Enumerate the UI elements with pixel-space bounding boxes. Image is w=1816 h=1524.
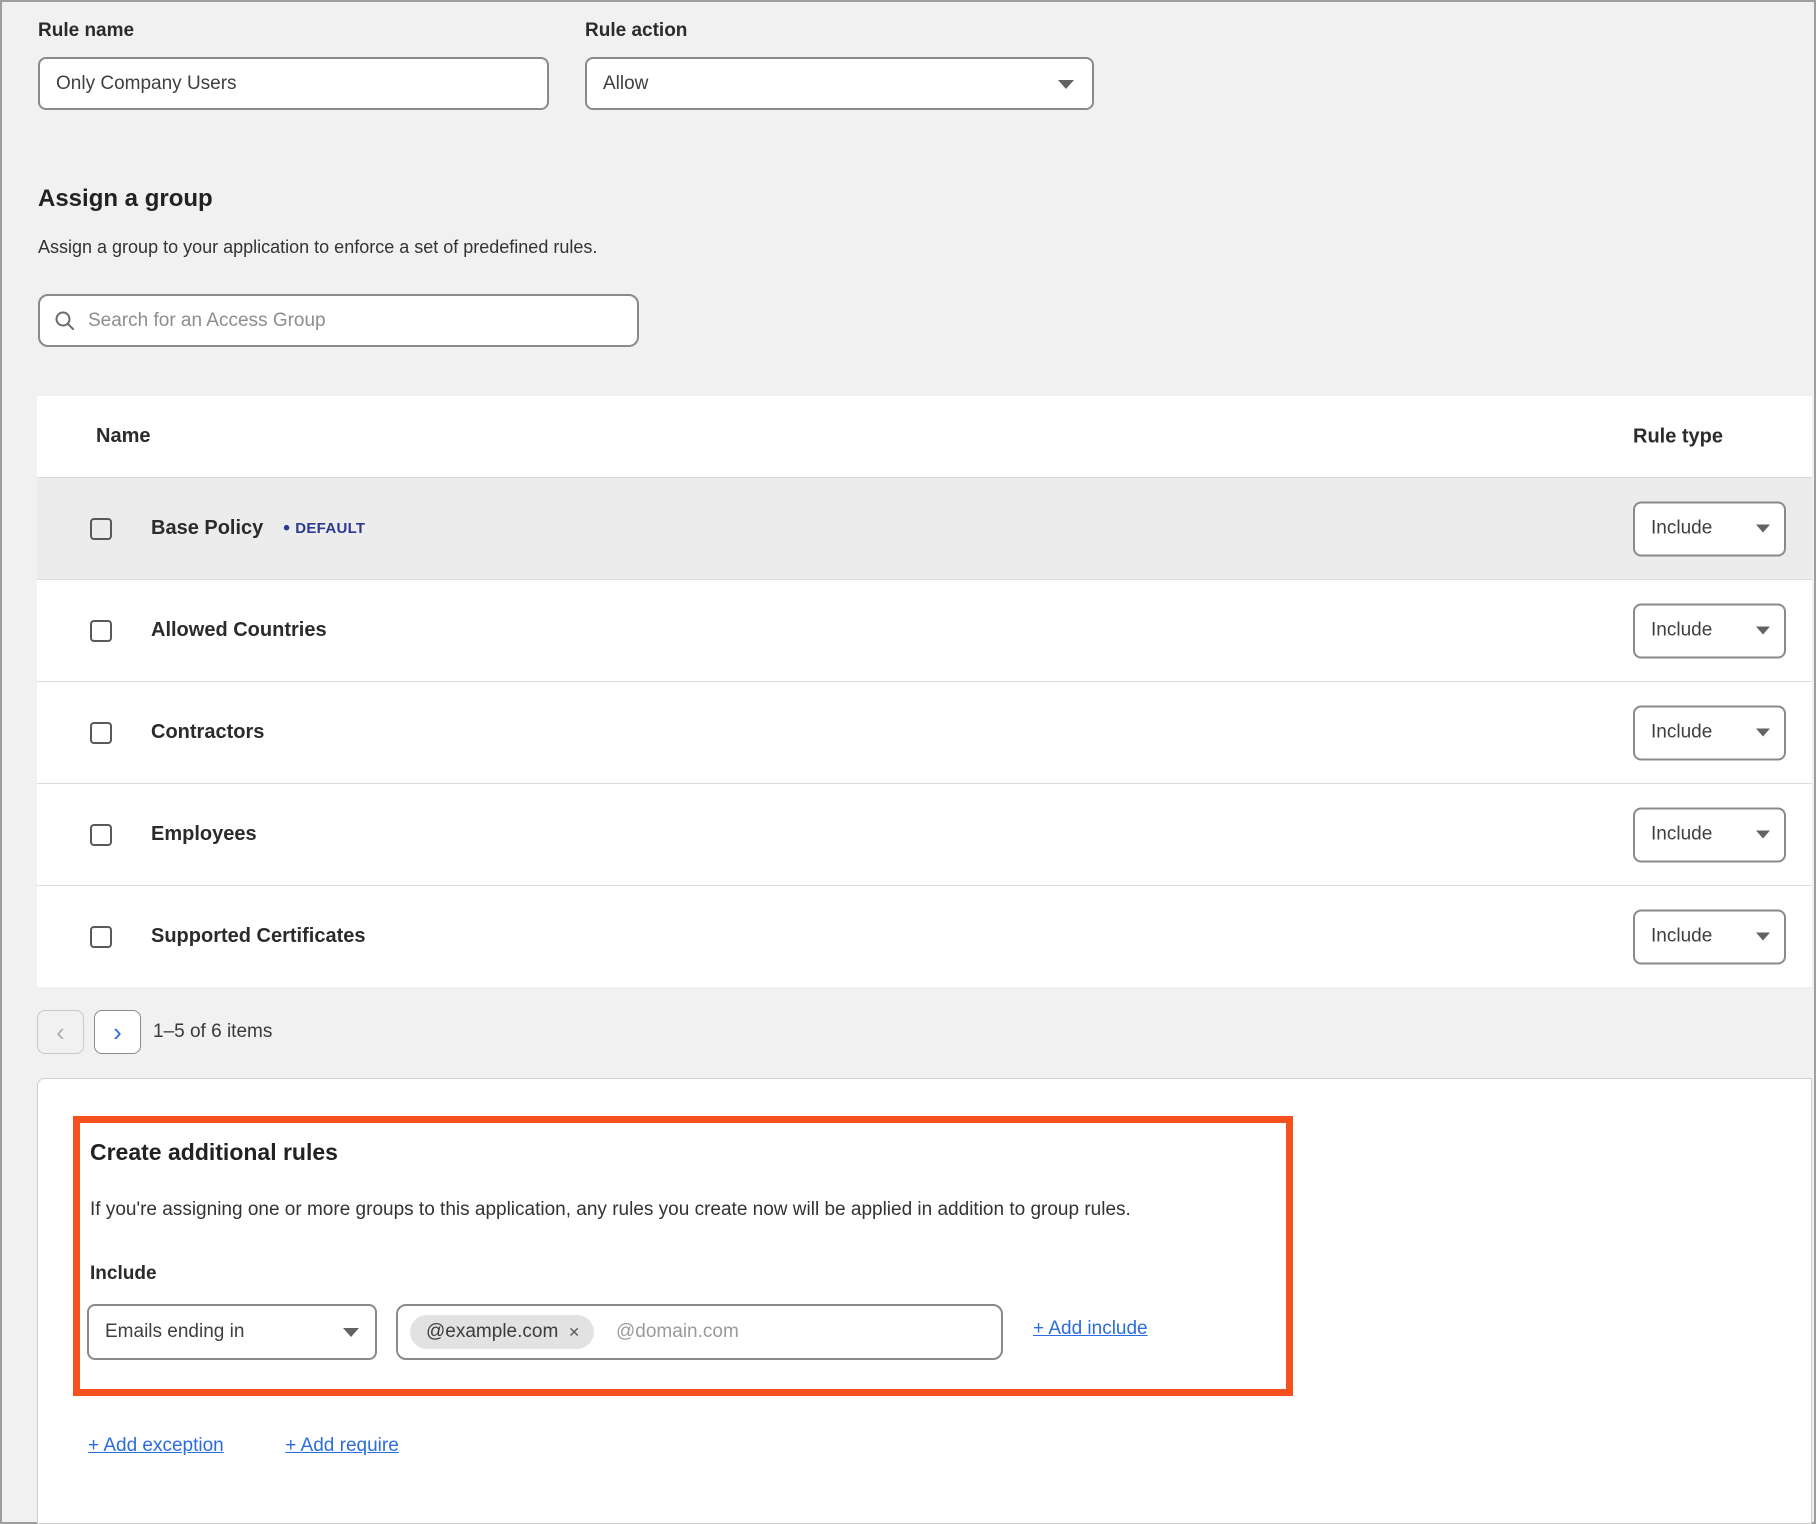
page-frame: Rule name Rule action Allow Assign a gro… <box>0 0 1816 1524</box>
group-name: Allowed Countries <box>151 619 327 642</box>
access-group-search[interactable] <box>38 294 639 347</box>
row-checkbox[interactable] <box>90 722 112 744</box>
table-row: Contractors Include <box>37 681 1812 783</box>
group-name: Supported Certificates <box>151 925 365 948</box>
add-exception-link[interactable]: + Add exception <box>88 1435 224 1456</box>
group-name: Base Policy <box>151 517 263 540</box>
row-checkbox[interactable] <box>90 620 112 642</box>
badge-label: DEFAULT <box>295 520 365 537</box>
rule-type-select[interactable]: Include <box>1633 705 1786 760</box>
criteria-select[interactable]: Emails ending in <box>87 1304 377 1360</box>
create-additional-rules-highlight: Create additional rules If you're assign… <box>73 1116 1293 1396</box>
rule-action-label: Rule action <box>585 20 687 42</box>
rule-type-value: Include <box>1651 722 1712 744</box>
rule-type-select[interactable]: Include <box>1633 807 1786 862</box>
rule-type-select[interactable]: Include <box>1633 603 1786 658</box>
table-row: Base Policy • DEFAULT Include <box>37 477 1812 579</box>
rule-type-value: Include <box>1651 620 1712 642</box>
badge-dot: • <box>283 519 290 538</box>
create-additional-rules-description: If you're assigning one or more groups t… <box>90 1199 1270 1221</box>
email-domain-field[interactable] <box>616 1321 989 1343</box>
chevron-left-icon: ‹ <box>56 1019 65 1045</box>
chevron-down-icon <box>1756 627 1770 635</box>
table-row: Allowed Countries Include <box>37 579 1812 681</box>
chevron-down-icon <box>343 1328 359 1337</box>
rule-links: + Add exception + Add require <box>88 1435 399 1457</box>
include-rule-row: Emails ending in @example.com ✕ + Add in… <box>80 1304 1286 1360</box>
rule-name-label: Rule name <box>38 20 134 42</box>
access-groups-table: Name Rule type Base Policy • DEFAULT Inc… <box>37 396 1812 987</box>
chevron-down-icon <box>1756 831 1770 839</box>
assign-group-title: Assign a group <box>38 185 213 213</box>
rule-type-value: Include <box>1651 926 1712 948</box>
rule-type-select[interactable]: Include <box>1633 909 1786 964</box>
chevron-down-icon <box>1058 80 1074 89</box>
pagination-status: 1–5 of 6 items <box>153 1021 272 1043</box>
remove-chip-icon[interactable]: ✕ <box>568 1324 580 1341</box>
include-label: Include <box>90 1263 157 1285</box>
next-page-button[interactable]: › <box>94 1010 141 1054</box>
chevron-down-icon <box>1756 525 1770 533</box>
table-row: Supported Certificates Include <box>37 885 1812 987</box>
row-checkbox[interactable] <box>90 926 112 948</box>
rule-name-input[interactable] <box>38 57 549 110</box>
create-additional-rules-title: Create additional rules <box>90 1139 338 1166</box>
rule-type-value: Include <box>1651 518 1712 540</box>
chevron-right-icon: › <box>113 1019 122 1045</box>
email-domains-input[interactable]: @example.com ✕ <box>396 1304 1003 1360</box>
column-header-name: Name <box>37 425 150 448</box>
rule-action-value: Allow <box>603 73 648 95</box>
add-require-link[interactable]: + Add require <box>285 1435 399 1456</box>
chevron-down-icon <box>1756 933 1770 941</box>
table-row: Employees Include <box>37 783 1812 885</box>
rule-type-value: Include <box>1651 824 1712 846</box>
table-header: Name Rule type <box>37 396 1812 477</box>
group-name: Contractors <box>151 721 264 744</box>
group-name: Employees <box>151 823 257 846</box>
add-include-link[interactable]: + Add include <box>1033 1318 1148 1340</box>
rule-action-select[interactable]: Allow <box>585 57 1094 110</box>
assign-group-description: Assign a group to your application to en… <box>38 237 597 258</box>
row-checkbox[interactable] <box>90 518 112 540</box>
search-icon <box>54 310 76 332</box>
rule-type-select[interactable]: Include <box>1633 501 1786 556</box>
column-header-rule-type: Rule type <box>1633 425 1723 448</box>
email-chip: @example.com ✕ <box>410 1315 594 1349</box>
pagination: ‹ › 1–5 of 6 items <box>37 1010 272 1054</box>
default-badge: • DEFAULT <box>283 519 365 538</box>
previous-page-button[interactable]: ‹ <box>37 1010 84 1054</box>
additional-rules-card: Create additional rules If you're assign… <box>37 1078 1812 1524</box>
search-input[interactable] <box>88 310 623 332</box>
email-chip-value: @example.com <box>426 1321 558 1343</box>
criteria-value: Emails ending in <box>105 1321 244 1343</box>
row-checkbox[interactable] <box>90 824 112 846</box>
chevron-down-icon <box>1756 729 1770 737</box>
